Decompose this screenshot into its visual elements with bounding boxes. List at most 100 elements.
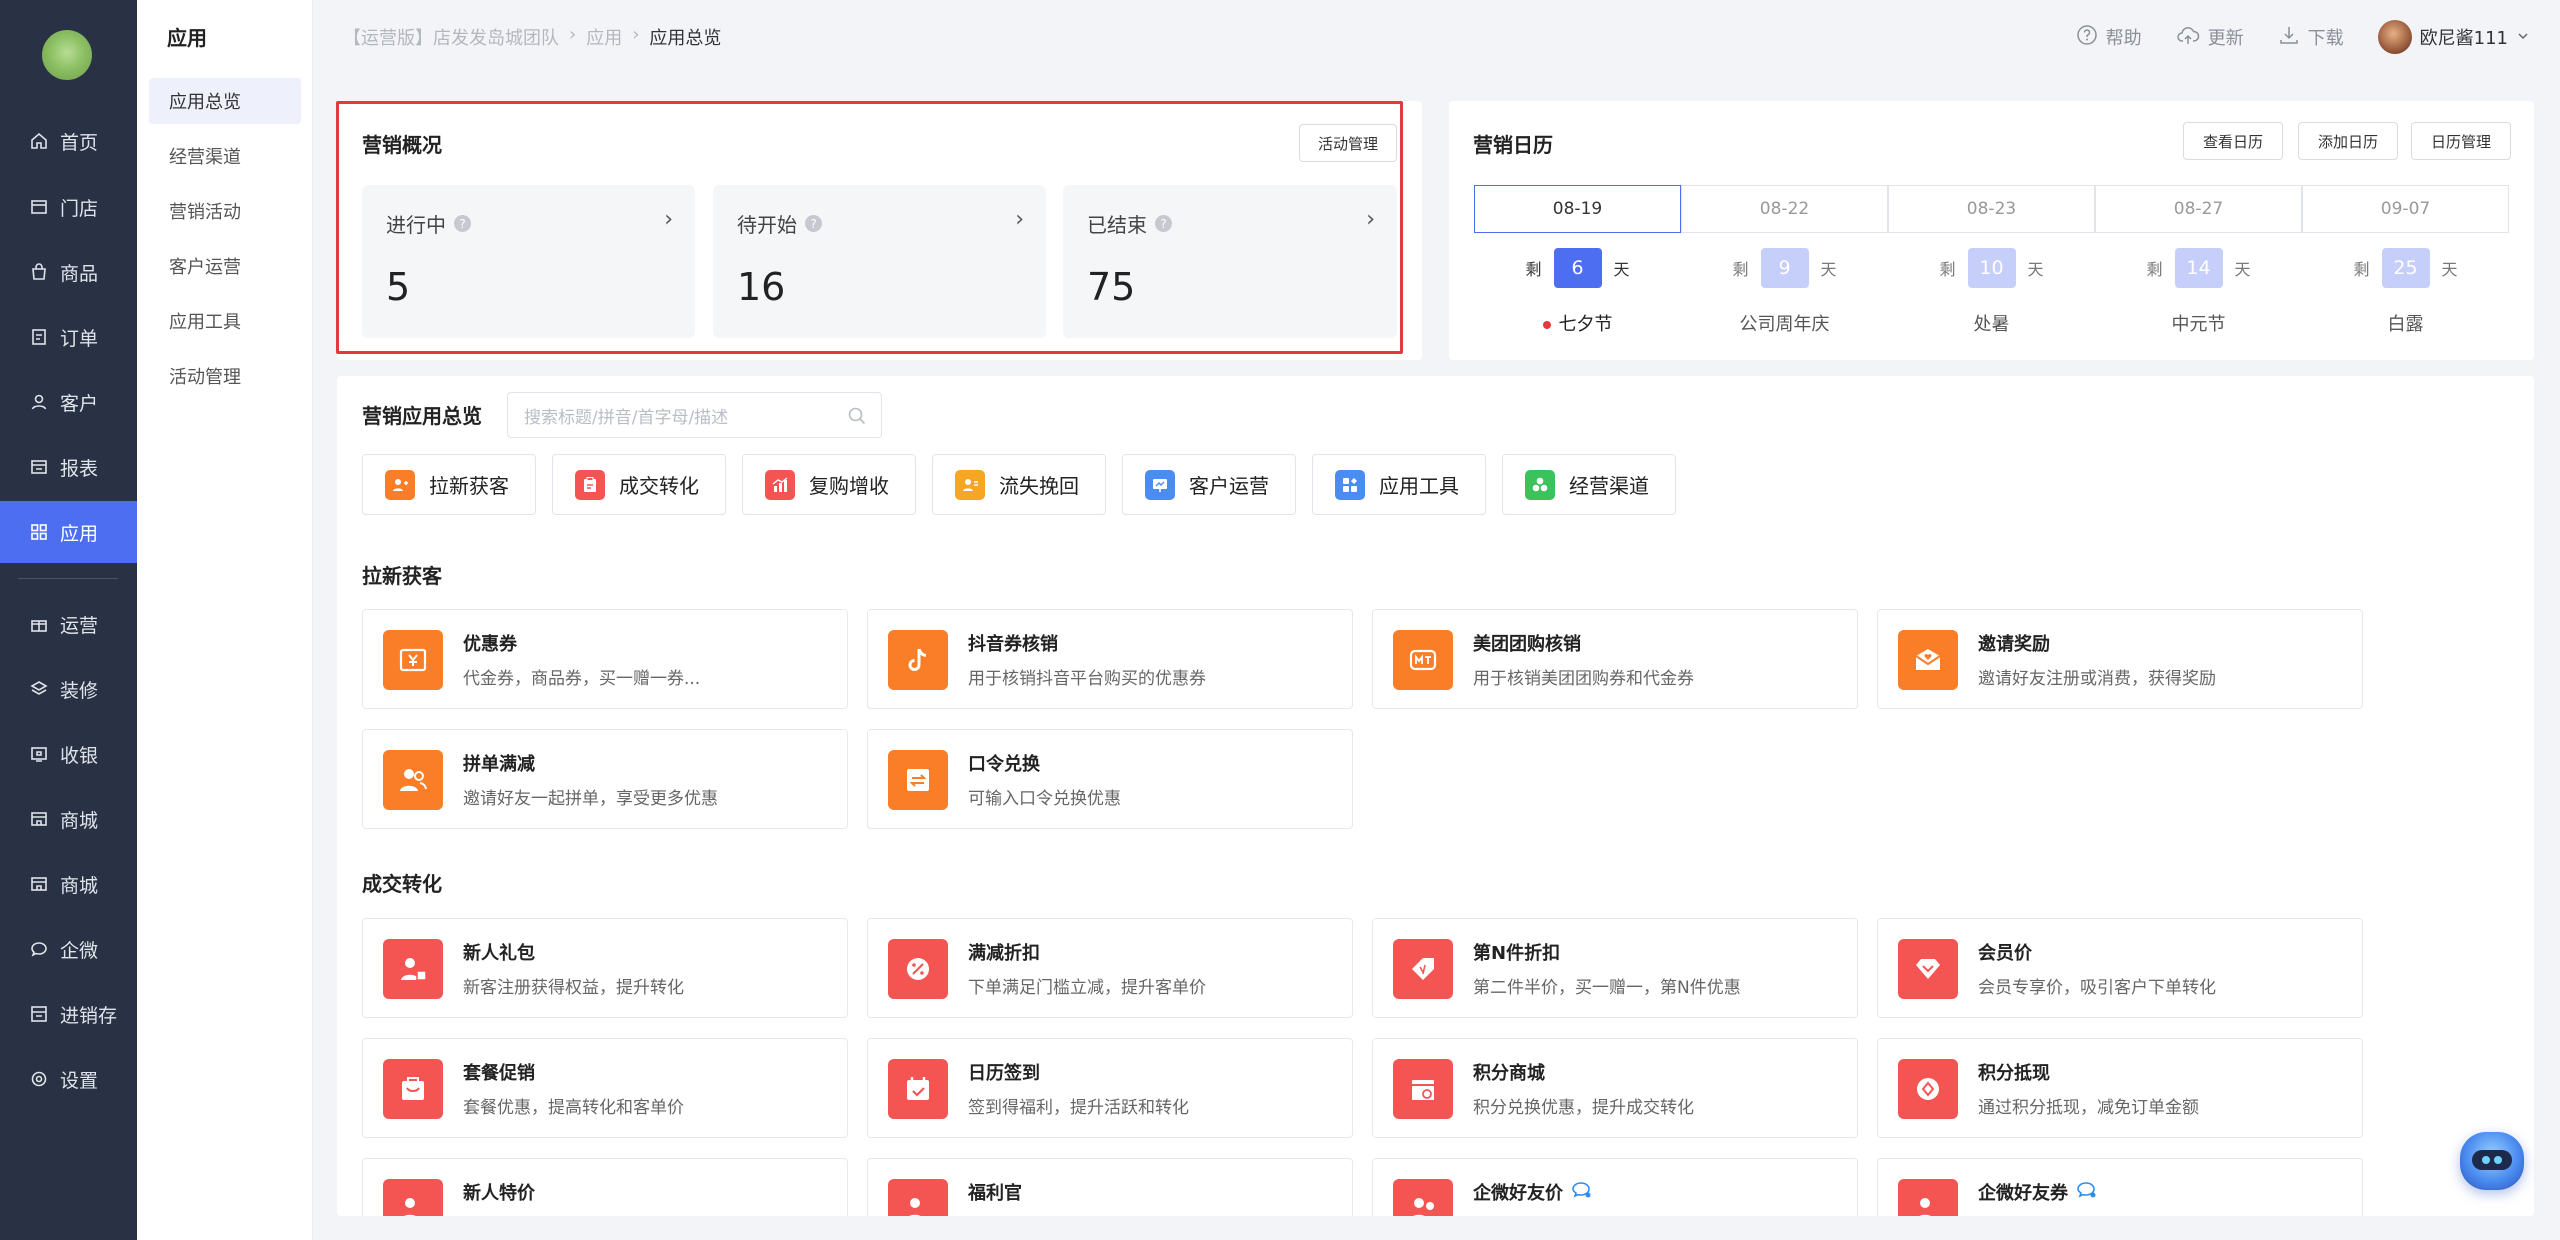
search-icon (847, 406, 867, 431)
app-card-points-mall[interactable]: 积分商城 积分兑换优惠，提升成交转化 (1372, 1038, 1858, 1138)
calendar-manage-button[interactable]: 日历管理 (2411, 122, 2511, 160)
app-name: 新人礼包 (463, 943, 535, 964)
date-tab[interactable]: 08-19 (1474, 185, 1681, 233)
app-card-group-buy[interactable]: 拼单满减 邀请好友一起拼单，享受更多优惠 (362, 729, 848, 829)
app-card-douyin[interactable]: 抖音券核销 用于核销抖音平台购买的优惠券 (867, 609, 1353, 709)
app-card-discount[interactable]: 满减折扣 下单满足门槛立减，提升客单价 (867, 918, 1353, 1018)
app-card-newcomer-gift[interactable]: 新人礼包 新客注册获得权益，提升转化 (362, 918, 848, 1018)
search-input[interactable]: 搜索标题/拼音/首字母/描述 (507, 392, 882, 438)
chevron-right-icon: › (1366, 207, 1375, 232)
app-card-code-exchange[interactable]: 口令兑换 可输入口令兑换优惠 (867, 729, 1353, 829)
nav-label: 门店 (60, 197, 99, 220)
subnav-item-customer-ops[interactable]: 客户运营 (149, 243, 301, 289)
nav-label: 装修 (60, 679, 99, 702)
app-name: 美团团购核销 (1473, 634, 1581, 655)
remain-prefix: 剩 (2146, 260, 2163, 279)
nav-item-customer[interactable]: 客户 (0, 371, 137, 433)
exchange-icon (888, 750, 948, 810)
date-tab[interactable]: 08-22 (1681, 185, 1888, 233)
cluster-icon (1525, 469, 1555, 500)
days-remaining: 剩 10 天 (1888, 248, 2095, 288)
subnav-item-tools[interactable]: 应用工具 (149, 298, 301, 344)
nav-item-settings[interactable]: 设置 (0, 1048, 137, 1110)
app-card-checkin[interactable]: 日历签到 签到得福利，提升活跃和转化 (867, 1038, 1353, 1138)
app-name: 日历签到 (968, 1063, 1040, 1084)
top-header: 【运营版】店发发岛城团队 › 应用 › 应用总览 帮助 更新 下载 欧尼酱111 (313, 0, 2560, 76)
header-actions: 帮助 更新 下载 欧尼酱111 (2076, 20, 2530, 54)
nav-item-home[interactable]: 首页 (0, 110, 137, 172)
question-icon[interactable]: ? (805, 215, 822, 232)
app-card-newcomer-price[interactable]: 新人特价 (362, 1158, 848, 1216)
coupon-icon (383, 630, 443, 690)
ai-assistant-button[interactable] (2460, 1132, 2524, 1190)
nav-item-decoration[interactable]: 装修 (0, 658, 137, 720)
app-name: 会员价 (1978, 943, 2032, 964)
category-winback[interactable]: 流失挽回 (932, 454, 1106, 515)
app-card-wecom-price[interactable]: 企微好友价 (1372, 1158, 1858, 1216)
app-desc: 新客注册获得权益，提升转化 (463, 978, 684, 998)
app-desc: 签到得福利，提升活跃和转化 (968, 1098, 1189, 1118)
add-calendar-button[interactable]: 添加日历 (2298, 122, 2398, 160)
question-icon[interactable]: ? (1155, 215, 1172, 232)
nav-item-mall[interactable]: 商城 (0, 788, 137, 850)
nav-item-mall-2[interactable]: 商城 (0, 853, 137, 915)
app-card-nth-discount[interactable]: 第N件折扣 第二件半价，买一赠一，第N件优惠 (1372, 918, 1858, 1018)
app-card-member-price[interactable]: 会员价 会员专享价，吸引客户下单转化 (1877, 918, 2363, 1018)
nav-item-report[interactable]: 报表 (0, 436, 137, 498)
download-button[interactable]: 下载 (2278, 24, 2344, 51)
nav-item-order[interactable]: 订单 (0, 306, 137, 368)
nav-item-apps[interactable]: 应用 (0, 501, 137, 563)
stat-ended[interactable]: 已结束? › 75 (1063, 185, 1397, 338)
app-card-welfare[interactable]: 福利官 (867, 1158, 1353, 1216)
stat-pending[interactable]: 待开始? › 16 (713, 185, 1046, 338)
welfare-icon (888, 1179, 948, 1216)
help-button[interactable]: 帮助 (2076, 24, 2142, 51)
nav-item-wecom[interactable]: 企微 (0, 918, 137, 980)
remain-prefix: 剩 (1939, 260, 1956, 279)
date-tab[interactable]: 08-23 (1888, 185, 2095, 233)
subnav-item-channels[interactable]: 经营渠道 (149, 133, 301, 179)
nav-label: 商城 (60, 809, 99, 832)
app-card-points-cash[interactable]: 积分抵现 通过积分抵现，减免订单金额 (1877, 1038, 2363, 1138)
remain-prefix: 剩 (2353, 260, 2370, 279)
date-tab[interactable]: 08-27 (2095, 185, 2302, 233)
app-card-meituan[interactable]: 美团团购核销 用于核销美团团购券和代金券 (1372, 609, 1858, 709)
nav-item-operation[interactable]: 运营 (0, 593, 137, 655)
remain-suffix: 天 (1820, 260, 1837, 279)
remain-suffix: 天 (2027, 260, 2044, 279)
view-calendar-button[interactable]: 查看日历 (2183, 122, 2283, 160)
category-tools[interactable]: 应用工具 (1312, 454, 1486, 515)
category-repurchase[interactable]: 复购增收 (742, 454, 916, 515)
app-card-coupon[interactable]: 优惠券 代金券，商品券，买一赠一券... (362, 609, 848, 709)
wecom-chat-icon (1571, 1180, 1593, 1205)
category-customer-ops[interactable]: 客户运营 (1122, 454, 1296, 515)
subnav-item-marketing[interactable]: 营销活动 (149, 188, 301, 234)
breadcrumb-item[interactable]: 应用 (586, 24, 622, 50)
subnav-item-activity-manage[interactable]: 活动管理 (149, 353, 301, 399)
nav-label: 订单 (60, 327, 99, 350)
app-card-wecom-coupon[interactable]: 企微好友券 (1877, 1158, 2363, 1216)
category-convert[interactable]: 成交转化 (552, 454, 726, 515)
date-tab[interactable]: 09-07 (2302, 185, 2509, 233)
app-name: 满减折扣 (968, 943, 1040, 964)
breadcrumb-item[interactable]: 【运营版】店发发岛城团队 (343, 24, 559, 50)
question-icon[interactable]: ? (454, 215, 471, 232)
update-button[interactable]: 更新 (2176, 24, 2244, 51)
nav-item-goods[interactable]: 商品 (0, 241, 137, 303)
user-menu[interactable]: 欧尼酱111 (2377, 20, 2530, 54)
festival-label: 中元节 (2171, 314, 2226, 335)
category-acquire[interactable]: 拉新获客 (362, 454, 536, 515)
remain-count: 6 (1553, 248, 1602, 288)
activity-manage-button[interactable]: 活动管理 (1299, 124, 1397, 162)
category-label: 客户运营 (1189, 474, 1269, 498)
remain-count: 25 (2381, 248, 2430, 288)
app-card-invite[interactable]: 邀请奖励 邀请好友注册或消费，获得奖励 (1877, 609, 2363, 709)
nav-item-inventory[interactable]: 进销存 (0, 983, 137, 1045)
category-channels[interactable]: 经营渠道 (1502, 454, 1676, 515)
stat-ongoing[interactable]: 进行中? › 5 (362, 185, 695, 338)
nav-item-store[interactable]: 门店 (0, 176, 137, 238)
nav-item-cashier[interactable]: 收银 (0, 723, 137, 785)
app-card-package[interactable]: 套餐促销 套餐优惠，提高转化和客单价 (362, 1038, 848, 1138)
nav-label: 客户 (60, 392, 99, 415)
subnav-item-overview[interactable]: 应用总览 (149, 78, 301, 124)
